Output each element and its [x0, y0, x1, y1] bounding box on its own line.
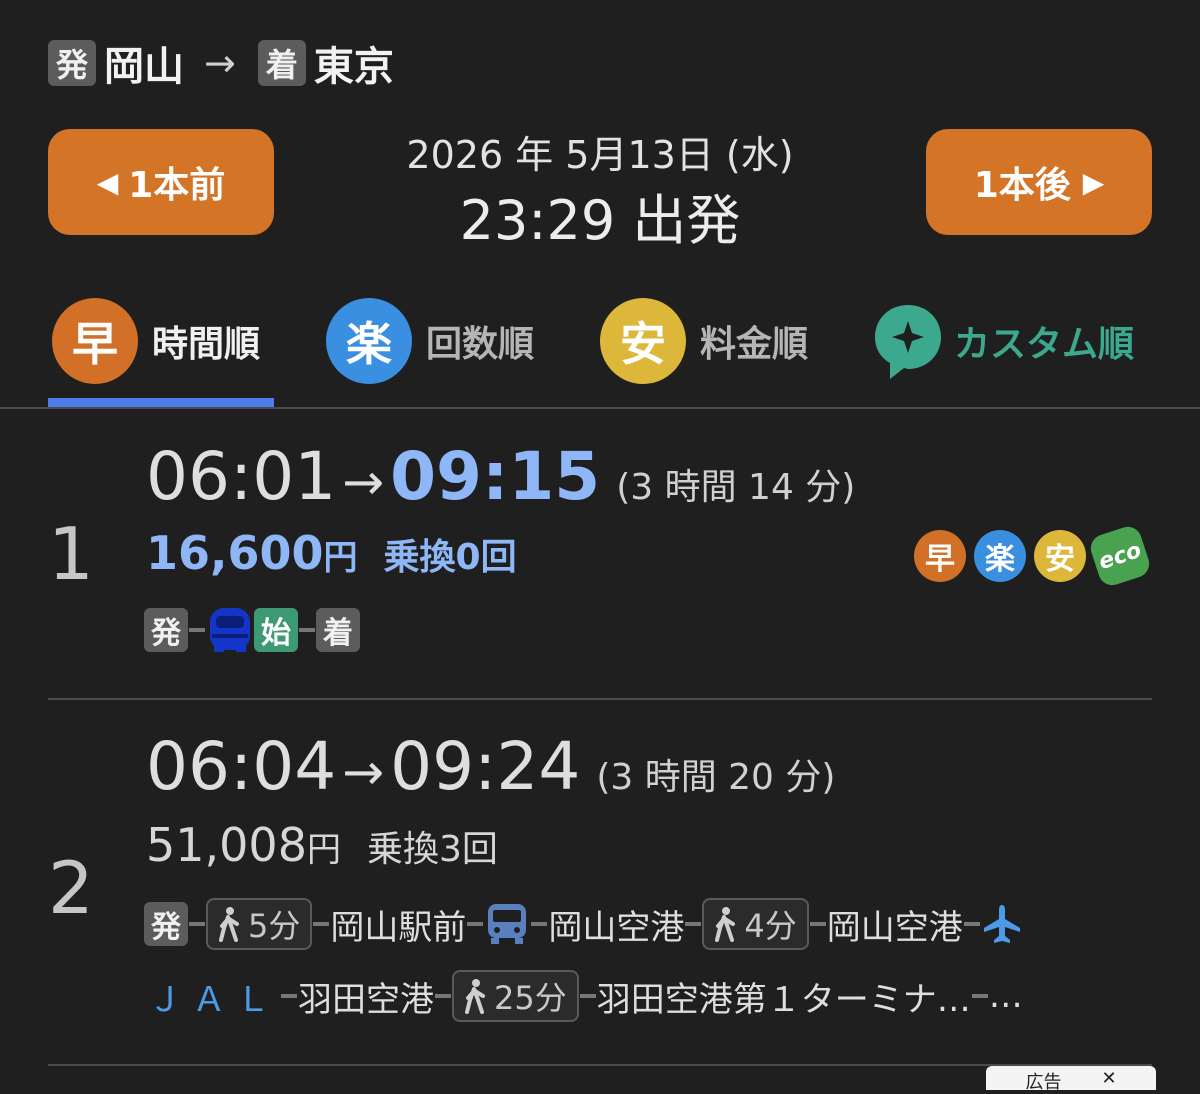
next-train-label: 1本後 — [973, 165, 1071, 206]
walk-segment: 5分 — [206, 898, 313, 950]
fare-amount: 16,600 — [146, 526, 324, 580]
leg-connector — [435, 994, 451, 998]
leg-connector — [189, 922, 205, 926]
start-station-badge: 始 — [254, 608, 298, 652]
walk-duration: 5分 — [248, 907, 301, 945]
arrival-badge: 着 — [257, 40, 306, 86]
walking-icon — [715, 907, 736, 942]
eco-icon: eco — [1087, 523, 1153, 589]
result-number: 2 — [48, 846, 94, 930]
leg-connector — [963, 922, 980, 926]
tab-sort-custom[interactable]: カスタム順 — [872, 297, 1134, 385]
sparkle-chat-icon — [875, 305, 941, 379]
tab-sort-fare[interactable]: 安 料金順 — [600, 297, 808, 385]
ad-label[interactable]: 広告 ✕ — [986, 1066, 1156, 1093]
duration: (3 時間 20 分) — [596, 757, 836, 798]
result-number: 1 — [48, 512, 94, 596]
route-legs: 発 5分 岡山駅前 岡山空港 4分 岡山空港 — [144, 898, 1023, 950]
walking-icon — [465, 979, 485, 1014]
departure-badge: 発 — [144, 902, 188, 946]
bus-icon — [488, 904, 527, 944]
close-icon: ✕ — [1101, 1068, 1117, 1089]
arrow-right-icon: → — [342, 743, 385, 801]
departure-badge: 発 — [144, 608, 188, 652]
station-name: 岡山空港 — [826, 907, 963, 948]
previous-train-button[interactable]: ◀ 1本前 — [48, 129, 274, 235]
leg-connector — [189, 628, 205, 632]
easy-icon: 楽 — [974, 530, 1026, 582]
walk-segment: 25分 — [452, 970, 579, 1022]
fast-icon: 早 — [914, 530, 966, 582]
airline-name: ＪＡＬ — [148, 979, 280, 1020]
result-times: 06:04 → 09:24 (3 時間 20 分) — [146, 728, 835, 805]
station-name: 羽田空港第１ターミナ… — [596, 979, 971, 1020]
more-legs-ellipsis: … — [988, 976, 1023, 1016]
station-name: 岡山駅前 — [330, 907, 467, 948]
origin-station: 岡山 — [104, 44, 184, 90]
arrival-time: 09:15 — [390, 438, 601, 515]
duration: (3 時間 14 分) — [616, 467, 856, 508]
arrow-right-icon: → — [342, 453, 385, 511]
station-name: 羽田空港 — [298, 979, 434, 1020]
fare-yen: 円 — [323, 538, 358, 578]
route-legs: 発 始 着 — [144, 606, 360, 654]
leg-connector — [685, 922, 702, 926]
route-arrow: → — [204, 41, 236, 85]
previous-train-label: 1本前 — [128, 165, 226, 206]
departure-time: 06:04 — [146, 728, 337, 805]
tab-sort-time[interactable]: 早 時間順 — [52, 297, 260, 385]
departure-time: 06:01 — [146, 438, 337, 515]
leg-connector — [809, 922, 826, 926]
route-header: 発 岡山 → 着 東京 — [48, 34, 394, 92]
tab-sort-transfers-label: 回数順 — [426, 324, 535, 365]
tab-sort-time-label: 時間順 — [152, 324, 261, 365]
leg-connector — [579, 994, 596, 998]
easy-icon: 楽 — [326, 298, 412, 384]
destination-station: 東京 — [313, 44, 394, 90]
search-date: 2026 年 5月13日 (水) — [406, 133, 794, 177]
shinkansen-icon — [210, 608, 250, 652]
results-divider — [48, 698, 1152, 700]
walk-duration: 25分 — [494, 979, 567, 1017]
tabs-divider — [0, 407, 1200, 409]
cheap-icon: 安 — [600, 298, 686, 384]
walk-segment: 4分 — [702, 898, 809, 950]
fare-amount: 51,008 — [146, 818, 307, 872]
route-feature-icons: 早 楽 安 eco — [914, 523, 1154, 589]
triangle-right-icon: ▶ — [1082, 165, 1105, 199]
ad-label-text: 広告 — [1025, 1072, 1062, 1093]
route-legs-continued: ＪＡＬ 羽田空港 25分 羽田空港第１ターミナ… … — [144, 970, 1023, 1022]
fare-yen: 円 — [306, 830, 341, 870]
tab-sort-transfers[interactable]: 楽 回数順 — [326, 297, 534, 385]
result-fare-line: 51,008 円 乗換3回 — [146, 818, 498, 872]
cheap-icon: 安 — [1034, 530, 1086, 582]
result-times: 06:01 → 09:15 (3 時間 14 分) — [146, 438, 855, 515]
walk-duration: 4分 — [744, 907, 797, 945]
leg-connector — [971, 994, 988, 998]
triangle-left-icon: ◀ — [96, 165, 119, 199]
results-divider — [48, 1064, 1152, 1066]
station-name: 岡山空港 — [548, 907, 685, 948]
fast-icon: 早 — [52, 298, 138, 384]
arrival-badge: 着 — [316, 608, 360, 652]
leg-connector — [467, 922, 484, 926]
search-departure-time: 23:29 出発 — [459, 189, 741, 252]
leg-connector — [531, 922, 548, 926]
transfer-count: 乗換0回 — [383, 537, 517, 578]
leg-connector — [299, 628, 315, 632]
next-train-button[interactable]: 1本後 ▶ — [926, 129, 1152, 235]
arrival-time: 09:24 — [390, 728, 581, 805]
result-fare-line: 16,600 円 乗換0回 — [146, 526, 517, 580]
departure-badge: 発 — [48, 40, 96, 86]
airplane-icon — [983, 905, 1020, 943]
leg-connector — [313, 922, 330, 926]
tab-sort-custom-label: カスタム順 — [954, 324, 1135, 365]
walking-icon — [219, 907, 239, 942]
tab-sort-fare-label: 料金順 — [700, 324, 809, 365]
leg-connector — [281, 994, 297, 998]
transfer-count: 乗換3回 — [366, 829, 498, 870]
